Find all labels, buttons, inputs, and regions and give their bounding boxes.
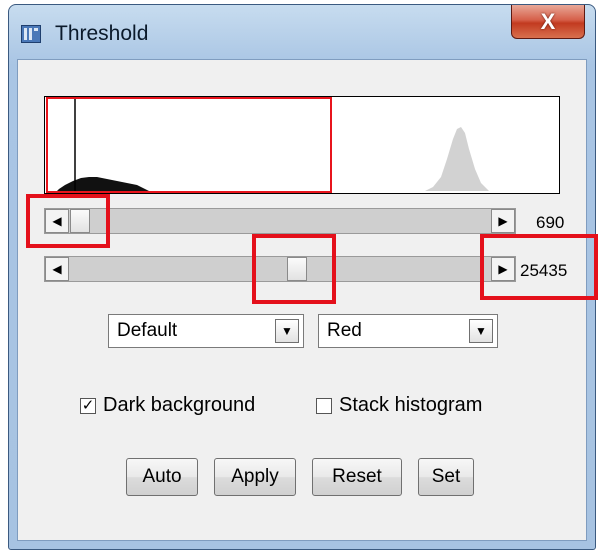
left-arrow-icon: ◀: [52, 262, 62, 276]
dark-background-label: Dark background: [103, 394, 256, 416]
lower-slider-thumb[interactable]: [70, 209, 90, 233]
threshold-window: Threshold X ◀ ▶ 690 ◀ ▶ 25435 Default ▼ …: [8, 4, 596, 550]
upper-slider-left-button[interactable]: ◀: [45, 257, 69, 281]
apply-button[interactable]: Apply: [214, 458, 296, 496]
stack-histogram-option[interactable]: Stack histogram: [316, 394, 482, 417]
histogram-dark-peak: [57, 177, 149, 191]
dialog-content: ◀ ▶ 690 ◀ ▶ 25435 Default ▼ Red ▼ ✓ Dark…: [17, 59, 587, 541]
stack-histogram-label: Stack histogram: [339, 394, 483, 416]
histogram-bright-peak: [425, 127, 489, 191]
imagej-icon: [21, 25, 41, 43]
threshold-display-select[interactable]: Red ▼: [318, 314, 498, 348]
lower-threshold-slider[interactable]: ◀ ▶: [44, 208, 516, 234]
dark-background-option[interactable]: ✓ Dark background: [80, 394, 255, 417]
histogram-plot: [44, 96, 560, 194]
threshold-method-select[interactable]: Default ▼: [108, 314, 304, 348]
auto-button[interactable]: Auto: [126, 458, 198, 496]
close-button[interactable]: X: [511, 5, 585, 39]
dark-background-checkbox[interactable]: ✓: [80, 397, 96, 414]
reset-button[interactable]: Reset: [312, 458, 402, 496]
chevron-down-icon[interactable]: ▼: [469, 319, 493, 343]
method-selected-value: Default: [117, 320, 178, 341]
upper-slider-thumb[interactable]: [287, 257, 307, 281]
display-selected-value: Red: [327, 320, 362, 341]
upper-slider-right-button[interactable]: ▶: [491, 257, 515, 281]
title-bar[interactable]: Threshold X: [9, 5, 595, 61]
window-title: Threshold: [55, 22, 149, 45]
set-button[interactable]: Set: [418, 458, 474, 496]
left-arrow-icon: ◀: [52, 214, 62, 228]
upper-threshold-slider[interactable]: ◀ ▶: [44, 256, 516, 282]
upper-threshold-value: 25435: [520, 261, 568, 280]
close-icon: X: [540, 8, 556, 34]
lower-slider-right-button[interactable]: ▶: [491, 209, 515, 233]
right-arrow-icon: ▶: [498, 262, 508, 276]
right-arrow-icon: ▶: [498, 214, 508, 228]
stack-histogram-checkbox[interactable]: [316, 397, 332, 414]
lower-slider-left-button[interactable]: ◀: [45, 209, 69, 233]
chevron-down-icon[interactable]: ▼: [275, 319, 299, 343]
lower-threshold-value: 690: [536, 213, 565, 232]
